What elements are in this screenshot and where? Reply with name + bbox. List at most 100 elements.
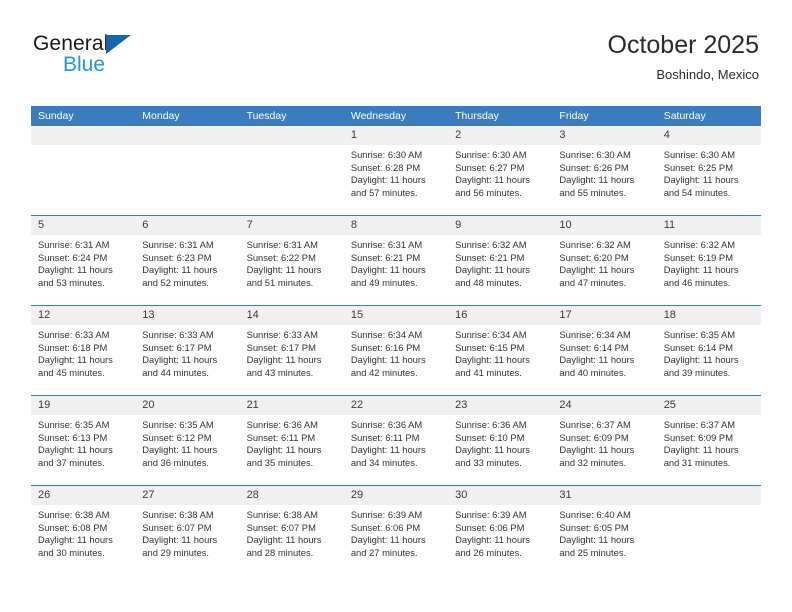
calendar-day-cell[interactable]: 12 Sunrise: 6:33 AM Sunset: 6:18 PM Dayligh… xyxy=(31,305,136,396)
sunset-text: Sunset: 6:07 PM xyxy=(142,521,212,533)
sunrise-text: Sunrise: 6:31 AM xyxy=(246,239,318,250)
day-number: 17 xyxy=(552,306,657,325)
sunrise-text: Sunrise: 6:31 AM xyxy=(350,239,423,250)
sunset-text: Sunset: 6:06 PM xyxy=(455,521,525,533)
day-number: 15 xyxy=(343,306,449,325)
day-details: Sunrise: 6:36 AM Sunset: 6:11 PM Daylight:… xyxy=(240,415,344,469)
calendar-day-cell[interactable]: 15 Sunrise: 6:34 AM Sunset: 6:16 PM Dayligh… xyxy=(343,305,449,396)
calendar-day-cell[interactable]: 7 Sunrise: 6:31 AM Sunset: 6:22 PM Daylight… xyxy=(239,215,344,306)
calendar-day-cell[interactable]: 13 Sunrise: 6:33 AM Sunset: 6:17 PM Dayligh… xyxy=(135,305,240,396)
day-details: Sunrise: 6:37 AM Sunset: 6:09 PM Daylight:… xyxy=(657,415,761,469)
day-number: 24 xyxy=(552,396,657,415)
day-details: Sunrise: 6:33 AM Sunset: 6:17 PM Daylight:… xyxy=(240,325,344,379)
day-number: 21 xyxy=(239,396,344,415)
sunrise-text: Sunrise: 6:30 AM xyxy=(350,149,423,160)
daylight-text-line1: Daylight: 11 hours xyxy=(142,444,218,456)
day-number: 14 xyxy=(239,306,344,325)
daylight-text-line1: Daylight: 11 hours xyxy=(350,264,426,276)
day-number: 26 xyxy=(31,486,136,505)
day-cell-inner: 10 Sunrise: 6:32 AM Sunset: 6:20 PM Dayligh… xyxy=(552,216,657,306)
calendar-day-cell[interactable]: 30 Sunrise: 6:39 AM Sunset: 6:06 PM Dayligh… xyxy=(448,485,553,575)
day-details: Sunrise: 6:31 AM Sunset: 6:21 PM Daylight:… xyxy=(344,235,448,289)
day-details: Sunrise: 6:33 AM Sunset: 6:18 PM Daylight:… xyxy=(31,325,135,379)
day-number: 11 xyxy=(656,216,761,235)
daylight-text-line2: and 33 minutes. xyxy=(455,456,522,468)
sunset-text: Sunset: 6:11 PM xyxy=(350,431,420,443)
calendar-week-row: 26 Sunrise: 6:38 AM Sunset: 6:08 PM Dayligh… xyxy=(31,485,761,575)
day-cell-inner: 23 Sunrise: 6:36 AM Sunset: 6:10 PM Dayligh… xyxy=(448,396,553,486)
day-cell-inner: 30 Sunrise: 6:39 AM Sunset: 6:06 PM Dayligh… xyxy=(448,486,553,575)
day-cell-inner: 13 Sunrise: 6:33 AM Sunset: 6:17 PM Dayligh… xyxy=(135,306,240,396)
calendar-day-cell[interactable]: 28 Sunrise: 6:38 AM Sunset: 6:07 PM Dayligh… xyxy=(239,485,344,575)
day-number: 12 xyxy=(31,306,136,325)
calendar-day-cell[interactable]: 17 Sunrise: 6:34 AM Sunset: 6:14 PM Dayligh… xyxy=(552,305,657,396)
day-cell-inner: 2 Sunrise: 6:30 AM Sunset: 6:27 PM Daylight… xyxy=(448,126,553,215)
calendar-day-cell[interactable]: 3 Sunrise: 6:30 AM Sunset: 6:26 PM Daylight… xyxy=(552,126,657,216)
calendar-day-cell[interactable]: 31 Sunrise: 6:40 AM Sunset: 6:05 PM Dayligh… xyxy=(552,485,657,575)
calendar-day-cell[interactable]: 9 Sunrise: 6:32 AM Sunset: 6:21 PM Daylight… xyxy=(448,215,553,306)
calendar-day-cell[interactable]: 29 Sunrise: 6:39 AM Sunset: 6:06 PM Dayligh… xyxy=(343,485,449,575)
calendar-day-cell[interactable]: 27 Sunrise: 6:38 AM Sunset: 6:07 PM Dayligh… xyxy=(135,485,240,575)
day-number xyxy=(135,126,240,145)
weekday-header-saturday: Saturday xyxy=(656,106,761,126)
day-details: Sunrise: 6:30 AM Sunset: 6:28 PM Daylight:… xyxy=(344,145,448,199)
calendar-day-cell[interactable]: 26 Sunrise: 6:38 AM Sunset: 6:08 PM Dayligh… xyxy=(31,485,136,575)
calendar-day-cell[interactable]: 10 Sunrise: 6:32 AM Sunset: 6:20 PM Dayligh… xyxy=(552,215,657,306)
calendar-day-cell[interactable]: 5 Sunrise: 6:31 AM Sunset: 6:24 PM Daylight… xyxy=(31,215,136,306)
calendar-day-cell[interactable]: 23 Sunrise: 6:36 AM Sunset: 6:10 PM Dayligh… xyxy=(448,395,553,486)
sunrise-text: Sunrise: 6:38 AM xyxy=(246,509,318,520)
sunset-text: Sunset: 6:11 PM xyxy=(246,431,316,443)
daylight-text-line1: Daylight: 11 hours xyxy=(455,354,530,366)
day-cell-inner: 26 Sunrise: 6:38 AM Sunset: 6:08 PM Dayligh… xyxy=(31,486,136,575)
calendar-day-cell[interactable]: 25 Sunrise: 6:37 AM Sunset: 6:09 PM Dayligh… xyxy=(656,395,761,486)
calendar-grid: Sunday Monday Tuesday Wednesday Thursday… xyxy=(31,106,761,575)
day-cell-inner: 4 Sunrise: 6:30 AM Sunset: 6:25 PM Daylight… xyxy=(656,126,761,215)
calendar-day-cell[interactable]: 4 Sunrise: 6:30 AM Sunset: 6:25 PM Daylight… xyxy=(656,126,761,216)
day-cell-inner: 22 Sunrise: 6:36 AM Sunset: 6:11 PM Dayligh… xyxy=(343,396,449,486)
calendar-day-cell[interactable]: 20 Sunrise: 6:35 AM Sunset: 6:12 PM Dayligh… xyxy=(135,395,240,486)
day-number: 8 xyxy=(343,216,449,235)
sunset-text: Sunset: 6:26 PM xyxy=(559,161,629,173)
calendar-day-cell[interactable]: 8 Sunrise: 6:31 AM Sunset: 6:21 PM Daylight… xyxy=(343,215,449,306)
calendar-day-cell[interactable]: 19 Sunrise: 6:35 AM Sunset: 6:13 PM Dayligh… xyxy=(31,395,136,486)
sunrise-text: Sunrise: 6:32 AM xyxy=(559,239,631,250)
calendar-day-cell[interactable]: 14 Sunrise: 6:33 AM Sunset: 6:17 PM Dayligh… xyxy=(239,305,344,396)
day-details: Sunrise: 6:34 AM Sunset: 6:16 PM Daylight:… xyxy=(344,325,448,379)
calendar-day-cell[interactable]: 6 Sunrise: 6:31 AM Sunset: 6:23 PM Daylight… xyxy=(135,215,240,306)
sunset-text: Sunset: 6:19 PM xyxy=(663,251,733,263)
day-cell-inner xyxy=(239,126,344,215)
daylight-text-line2: and 46 minutes. xyxy=(663,276,731,288)
sunset-text: Sunset: 6:15 PM xyxy=(455,341,525,353)
day-cell-inner: 15 Sunrise: 6:34 AM Sunset: 6:16 PM Dayligh… xyxy=(343,306,449,396)
calendar-day-cell[interactable]: 16 Sunrise: 6:34 AM Sunset: 6:15 PM Dayligh… xyxy=(448,305,553,396)
brand-logo[interactable]: General Blue xyxy=(33,33,253,83)
calendar-day-cell[interactable]: 18 Sunrise: 6:35 AM Sunset: 6:14 PM Dayligh… xyxy=(656,305,761,396)
day-number: 2 xyxy=(448,126,553,145)
sunrise-text: Sunrise: 6:38 AM xyxy=(38,509,110,520)
calendar-day-cell[interactable]: 22 Sunrise: 6:36 AM Sunset: 6:11 PM Dayligh… xyxy=(343,395,449,486)
daylight-text-line1: Daylight: 11 hours xyxy=(350,534,426,546)
weekday-header-wednesday: Wednesday xyxy=(343,106,449,126)
day-cell-inner: 6 Sunrise: 6:31 AM Sunset: 6:23 PM Daylight… xyxy=(135,216,240,306)
daylight-text-line2: and 32 minutes. xyxy=(559,456,627,468)
sunrise-text: Sunrise: 6:38 AM xyxy=(142,509,214,520)
day-details: Sunrise: 6:30 AM Sunset: 6:26 PM Daylight:… xyxy=(552,145,656,199)
day-details: Sunrise: 6:31 AM Sunset: 6:22 PM Daylight:… xyxy=(240,235,344,289)
daylight-text-line2: and 26 minutes. xyxy=(455,546,522,558)
sunset-text: Sunset: 6:14 PM xyxy=(559,341,629,353)
day-number: 10 xyxy=(552,216,657,235)
calendar-day-cell[interactable]: 11 Sunrise: 6:32 AM Sunset: 6:19 PM Dayligh… xyxy=(656,215,761,306)
daylight-text-line2: and 36 minutes. xyxy=(142,456,209,468)
sunrise-text: Sunrise: 6:32 AM xyxy=(455,239,527,250)
sunrise-text: Sunrise: 6:37 AM xyxy=(663,419,736,430)
daylight-text-line1: Daylight: 11 hours xyxy=(455,174,530,186)
calendar-day-cell[interactable]: 1 Sunrise: 6:30 AM Sunset: 6:28 PM Daylight… xyxy=(343,126,449,216)
calendar-day-cell[interactable]: 2 Sunrise: 6:30 AM Sunset: 6:27 PM Daylight… xyxy=(448,126,553,216)
calendar-day-cell[interactable]: 24 Sunrise: 6:37 AM Sunset: 6:09 PM Dayligh… xyxy=(552,395,657,486)
day-number: 4 xyxy=(656,126,761,145)
calendar-day-cell[interactable]: 21 Sunrise: 6:36 AM Sunset: 6:11 PM Dayligh… xyxy=(239,395,344,486)
day-number: 7 xyxy=(239,216,344,235)
day-number: 1 xyxy=(343,126,449,145)
day-details: Sunrise: 6:32 AM Sunset: 6:21 PM Daylight:… xyxy=(448,235,552,289)
day-cell-inner: 12 Sunrise: 6:33 AM Sunset: 6:18 PM Dayligh… xyxy=(31,306,136,396)
